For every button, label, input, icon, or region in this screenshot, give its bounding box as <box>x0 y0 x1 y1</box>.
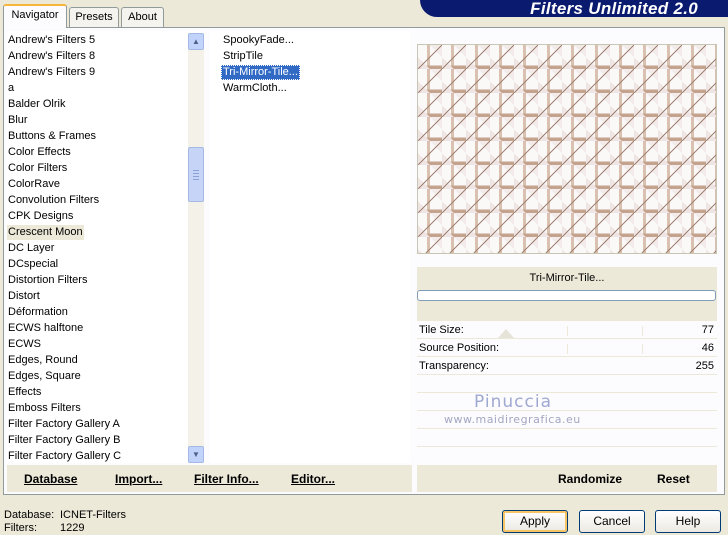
category-item[interactable]: Filter Factory Gallery A <box>7 417 121 432</box>
category-item[interactable]: Andrew's Filters 5 <box>7 33 96 48</box>
category-item[interactable]: ColorRave <box>7 177 61 192</box>
category-item[interactable]: Andrew's Filters 8 <box>7 49 96 64</box>
category-item[interactable]: Distort <box>7 289 41 304</box>
param-row-tile-size[interactable]: Tile Size: 77 <box>417 321 717 339</box>
category-item[interactable]: Filter Factory Gallery C <box>7 449 122 464</box>
category-item[interactable]: ECWS <box>7 337 42 352</box>
filter-item[interactable]: Tri-Mirror-Tile... <box>221 65 300 80</box>
param-row-transparency[interactable]: Transparency: 255 <box>417 357 717 375</box>
database-button[interactable]: Database <box>24 470 77 488</box>
category-item[interactable]: Déformation <box>7 305 69 320</box>
category-item[interactable]: Crescent Moon <box>7 225 84 240</box>
category-scrollbar[interactable] <box>188 33 204 463</box>
slider-thumb-icon[interactable] <box>498 329 514 338</box>
category-item[interactable]: Edges, Square <box>7 369 82 384</box>
param-row-empty <box>417 393 717 411</box>
param-row-empty <box>417 429 717 447</box>
reset-button[interactable]: Reset <box>657 470 690 488</box>
category-item[interactable]: DCspecial <box>7 257 59 272</box>
category-item[interactable]: Color Effects <box>7 145 72 160</box>
preview-image <box>417 44 717 254</box>
filter-info-button[interactable]: Filter Info... <box>194 470 259 488</box>
apply-button[interactable]: Apply <box>502 510 568 533</box>
param-value: 77 <box>701 324 714 336</box>
editor-button[interactable]: Editor... <box>291 470 335 488</box>
tab-about[interactable]: About <box>121 7 164 27</box>
category-item[interactable]: Effects <box>7 385 42 400</box>
category-item[interactable]: Buttons & Frames <box>7 129 97 144</box>
category-item[interactable]: Balder Olrik <box>7 97 66 112</box>
param-row-empty <box>417 375 717 393</box>
randomize-button[interactable]: Randomize <box>558 470 622 488</box>
category-item[interactable]: Blur <box>7 113 29 128</box>
tab-presets[interactable]: Presets <box>69 7 119 27</box>
status-filters-value: 1229 <box>60 522 85 534</box>
filter-item[interactable]: WarmCloth... <box>221 81 289 96</box>
scroll-up-icon[interactable]: ▲ <box>188 33 204 50</box>
param-label: Source Position: <box>419 342 500 354</box>
import-button[interactable]: Import... <box>115 470 162 488</box>
param-label: Transparency: <box>419 360 489 372</box>
scroll-down-icon[interactable]: ▼ <box>188 446 204 463</box>
status-database-value: ICNET-Filters <box>60 509 126 521</box>
category-item[interactable]: Emboss Filters <box>7 401 82 416</box>
scroll-thumb[interactable] <box>188 147 204 202</box>
category-item[interactable]: Distortion Filters <box>7 273 88 288</box>
status-filters-label: Filters: <box>4 522 37 534</box>
app-logo-title: Filters Unlimited 2.0 <box>420 0 728 17</box>
help-button[interactable]: Help <box>655 510 721 533</box>
filter-item[interactable]: SpookyFade... <box>221 33 296 48</box>
preview-filter-name: Tri-Mirror-Tile... <box>529 272 605 284</box>
cancel-button[interactable]: Cancel <box>579 510 645 533</box>
param-value: 255 <box>695 360 714 372</box>
category-item[interactable]: a <box>7 81 15 96</box>
preview-progress-bar <box>417 290 716 301</box>
category-item[interactable]: Convolution Filters <box>7 193 100 208</box>
status-database-label: Database: <box>4 509 55 521</box>
watermark-name: Pinuccia <box>474 392 552 412</box>
param-row-source-position[interactable]: Source Position: 46 <box>417 339 717 357</box>
category-item[interactable]: Filter Factory Gallery B <box>7 433 121 448</box>
param-value: 46 <box>701 342 714 354</box>
category-item[interactable]: ECWS halftone <box>7 321 84 336</box>
category-item[interactable]: CPK Designs <box>7 209 74 224</box>
category-item[interactable]: DC Layer <box>7 241 55 256</box>
param-label: Tile Size: <box>419 324 464 336</box>
category-item[interactable]: Color Filters <box>7 161 68 176</box>
filter-item[interactable]: StripTile <box>221 49 265 64</box>
category-item[interactable]: Edges, Round <box>7 353 79 368</box>
tab-navigator[interactable]: Navigator <box>3 4 67 28</box>
category-item[interactable]: Andrew's Filters 9 <box>7 65 96 80</box>
watermark-url: www.maidiregrafica.eu <box>444 413 581 426</box>
